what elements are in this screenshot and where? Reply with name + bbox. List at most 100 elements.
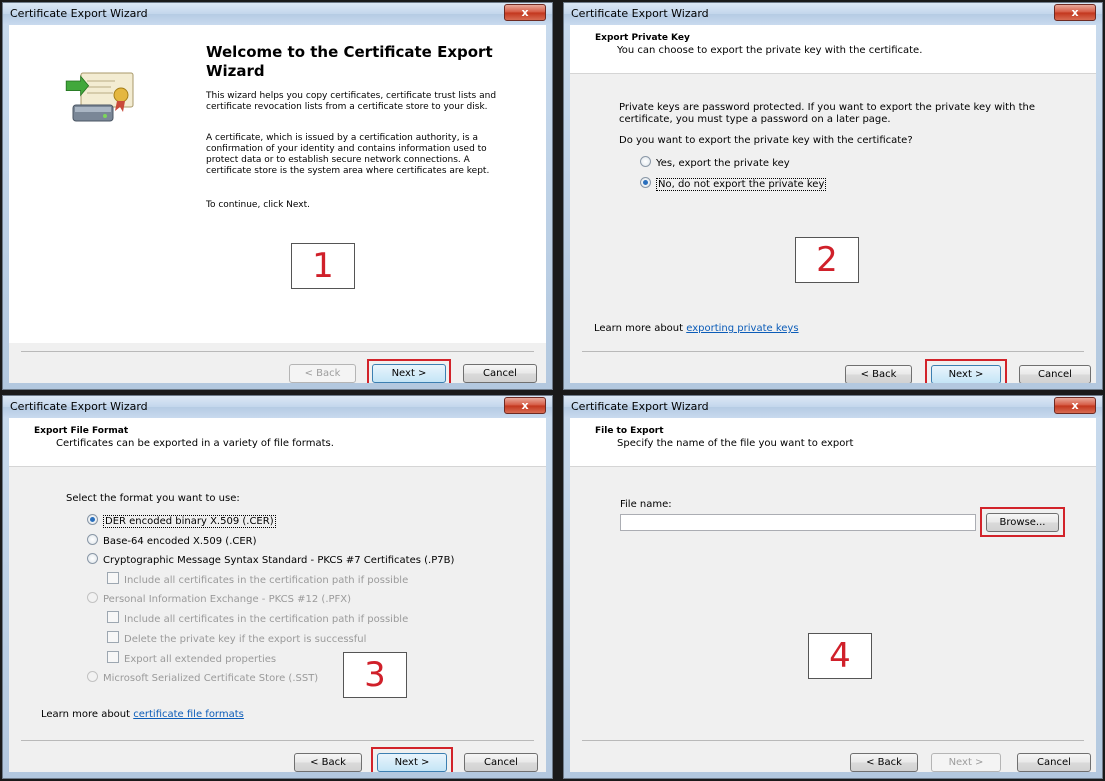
checkbox-export-extended[interactable]: Export all extended properties <box>107 651 276 665</box>
window-title: Certificate Export Wizard <box>10 400 148 413</box>
radio-yes-export[interactable]: Yes, export the private key <box>640 156 790 169</box>
cancel-button[interactable]: Cancel <box>463 364 537 383</box>
next-button-highlight <box>371 747 453 772</box>
radio-circle[interactable] <box>87 671 98 682</box>
title-bar[interactable]: Certificate Export Wizard x <box>3 3 552 25</box>
window-title: Certificate Export Wizard <box>10 7 148 20</box>
header-subtitle: You can choose to export the private key… <box>617 45 923 56</box>
back-button[interactable]: < Back <box>850 753 918 772</box>
close-button[interactable]: x <box>1054 4 1096 21</box>
continue-instruction: To continue, click Next. <box>206 200 310 210</box>
wizard-client-area: File to Export Specify the name of the f… <box>570 418 1096 772</box>
format-prompt: Select the format you want to use: <box>66 493 240 504</box>
checkbox-pkcs7-include-label: Include all certificates in the certific… <box>124 575 409 586</box>
radio-circle-selected[interactable] <box>87 514 98 525</box>
radio-yes-label: Yes, export the private key <box>656 158 790 169</box>
radio-der-label: DER encoded binary X.509 (.CER) <box>103 515 276 528</box>
header-subtitle: Certificates can be exported in a variet… <box>56 438 334 449</box>
divider <box>21 740 534 741</box>
header-title: Export Private Key <box>595 33 690 43</box>
password-info-text: Private keys are password protected. If … <box>619 102 1035 125</box>
wizard-header: Export Private Key You can choose to exp… <box>570 25 1096 74</box>
next-button[interactable]: Next > <box>931 753 1001 772</box>
header-title: File to Export <box>595 426 664 436</box>
divider <box>21 351 534 352</box>
radio-sst-label: Microsoft Serialized Certificate Store (… <box>103 673 319 684</box>
window-title: Certificate Export Wizard <box>571 400 709 413</box>
back-button[interactable]: < Back <box>294 753 362 772</box>
header-title: Export File Format <box>34 426 129 436</box>
step-number-label: 1 <box>291 243 355 289</box>
checkbox-export-extended-label: Export all extended properties <box>124 654 277 665</box>
next-button-highlight <box>367 359 451 383</box>
wizard-header: Export File Format Certificates can be e… <box>9 418 546 467</box>
checkbox-pfx-include-all[interactable]: Include all certificates in the certific… <box>107 611 408 625</box>
window-title: Certificate Export Wizard <box>571 7 709 20</box>
wizard-window-file-to-export: Certificate Export Wizard x File to Expo… <box>563 395 1103 779</box>
title-bar[interactable]: Certificate Export Wizard x <box>564 3 1102 25</box>
learn-more-prefix: Learn more about <box>41 709 134 720</box>
cancel-button[interactable]: Cancel <box>464 753 538 772</box>
radio-no-export[interactable]: No, do not export the private key <box>640 177 827 191</box>
wizard-client-area: Export File Format Certificates can be e… <box>9 418 546 772</box>
radio-circle-selected[interactable] <box>640 177 651 188</box>
learn-more-prefix: Learn more about <box>594 323 687 334</box>
file-name-input[interactable] <box>620 514 976 531</box>
wizard-client-area: Welcome to the Certificate Export Wizard… <box>9 25 546 383</box>
browse-button-highlight <box>980 507 1065 537</box>
radio-base64-format[interactable]: Base-64 encoded X.509 (.CER) <box>87 534 257 547</box>
welcome-heading: Welcome to the Certificate Export Wizard <box>206 43 493 80</box>
cancel-button[interactable]: Cancel <box>1019 365 1091 383</box>
checkbox-delete-label: Delete the private key if the export is … <box>124 634 367 645</box>
checkbox-box[interactable] <box>107 651 119 663</box>
radio-circle[interactable] <box>640 156 651 167</box>
close-button[interactable]: x <box>504 4 546 21</box>
next-button-highlight <box>925 359 1007 383</box>
radio-sst-format[interactable]: Microsoft Serialized Certificate Store (… <box>87 671 318 684</box>
divider <box>582 740 1084 741</box>
radio-der-format[interactable]: DER encoded binary X.509 (.CER) <box>87 514 276 528</box>
radio-pfx-label: Personal Information Exchange - PKCS #12… <box>103 594 352 605</box>
file-name-label: File name: <box>620 499 672 510</box>
radio-circle[interactable] <box>87 592 98 603</box>
divider <box>582 351 1084 352</box>
radio-pfx-format[interactable]: Personal Information Exchange - PKCS #12… <box>87 592 351 605</box>
title-bar[interactable]: Certificate Export Wizard x <box>564 396 1102 418</box>
title-bar[interactable]: Certificate Export Wizard x <box>3 396 552 418</box>
learn-more-text: Learn more about exporting private keys <box>594 323 799 335</box>
wizard-window-file-format: Certificate Export Wizard x Export File … <box>2 395 553 779</box>
wizard-client-area: Export Private Key You can choose to exp… <box>570 25 1096 383</box>
wizard-window-welcome: Certificate Export Wizard x Welcome to t… <box>2 2 553 390</box>
step-number-label: 2 <box>795 237 859 283</box>
welcome-side-panel <box>9 25 191 343</box>
step-number-label: 3 <box>343 652 407 698</box>
certificate-paragraph: A certificate, which is issued by a cert… <box>206 133 490 176</box>
close-button[interactable]: x <box>1054 397 1096 414</box>
checkbox-delete-private-key[interactable]: Delete the private key if the export is … <box>107 631 366 645</box>
radio-circle[interactable] <box>87 553 98 564</box>
radio-base64-label: Base-64 encoded X.509 (.CER) <box>103 536 257 547</box>
close-button[interactable]: x <box>504 397 546 414</box>
certificate-export-icon <box>65 72 134 122</box>
intro-paragraph: This wizard helps you copy certificates,… <box>206 91 497 112</box>
learn-more-text: Learn more about certificate file format… <box>41 709 244 721</box>
header-subtitle: Specify the name of the file you want to… <box>617 438 854 449</box>
back-button[interactable]: < Back <box>289 364 356 383</box>
checkbox-box[interactable] <box>107 572 119 584</box>
step-number-label: 4 <box>808 633 872 679</box>
checkbox-pkcs7-include-all[interactable]: Include all certificates in the certific… <box>107 572 408 586</box>
checkbox-box[interactable] <box>107 611 119 623</box>
wizard-header: File to Export Specify the name of the f… <box>570 418 1096 467</box>
certificate-file-formats-link[interactable]: certificate file formats <box>133 709 244 720</box>
back-button[interactable]: < Back <box>845 365 912 383</box>
checkbox-box[interactable] <box>107 631 119 643</box>
welcome-content: Welcome to the Certificate Export Wizard… <box>191 25 546 343</box>
exporting-private-keys-link[interactable]: exporting private keys <box>686 323 798 334</box>
radio-pkcs7-label: Cryptographic Message Syntax Standard - … <box>103 555 455 566</box>
checkbox-pfx-include-label: Include all certificates in the certific… <box>124 614 409 625</box>
radio-pkcs7-format[interactable]: Cryptographic Message Syntax Standard - … <box>87 553 454 566</box>
radio-circle[interactable] <box>87 534 98 545</box>
cancel-button[interactable]: Cancel <box>1017 753 1091 772</box>
wizard-window-private-key: Certificate Export Wizard x Export Priva… <box>563 2 1103 390</box>
radio-no-label: No, do not export the private key <box>656 178 827 191</box>
